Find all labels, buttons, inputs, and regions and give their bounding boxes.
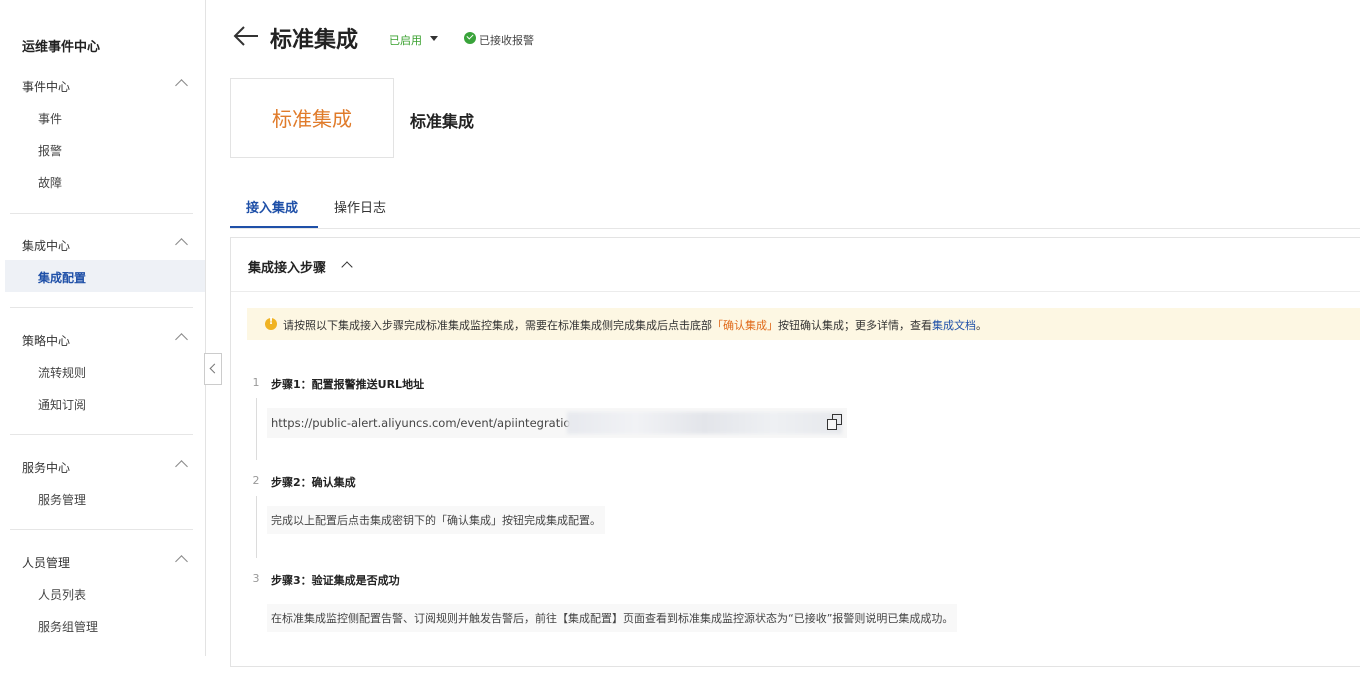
notice-text-part: 按钮确认集成；更多详情，查看 — [778, 319, 932, 332]
chevron-left-icon — [209, 363, 220, 374]
tab-operation-log[interactable]: 操作日志 — [334, 197, 386, 216]
tab-access-integration[interactable]: 接入集成 — [246, 197, 298, 216]
sidebar-group-label: 服务中心 — [22, 461, 71, 475]
sidebar-item-service-management[interactable]: 服务管理 — [38, 491, 86, 508]
chevron-up-icon — [175, 460, 188, 473]
tabs-divider — [230, 228, 1360, 229]
sidebar-group-label: 策略中心 — [22, 334, 71, 348]
integration-steps-panel: 集成接入步骤 请按照以下集成接入步骤完成标准集成监控集成，需要在标准集成侧完成集… — [230, 237, 1360, 667]
sidebar-collapse-button[interactable] — [204, 353, 222, 385]
integration-docs-link[interactable]: 集成文档 — [932, 319, 976, 332]
sidebar-group-event-center[interactable]: 事件中心 — [22, 78, 192, 98]
notice-banner: 请按照以下集成接入步骤完成标准集成监控集成，需要在标准集成侧完成集成后点击底部「… — [247, 308, 1360, 340]
sidebar-group-service-center[interactable]: 服务中心 — [22, 459, 192, 479]
received-status: 已接收报警 — [479, 34, 534, 47]
sidebar-item-service-groups[interactable]: 服务组管理 — [38, 618, 98, 635]
step-connector — [256, 398, 257, 460]
sidebar-item-active-bg — [5, 260, 205, 292]
chevron-up-icon — [175, 333, 188, 346]
step-number: 3 — [252, 572, 260, 585]
chevron-up-icon — [175, 555, 188, 568]
push-url-text: https://public-alert.aliyuncs.com/event/… — [271, 416, 582, 430]
push-url-field[interactable]: https://public-alert.aliyuncs.com/event/… — [267, 408, 847, 438]
sidebar-group-label: 事件中心 — [22, 80, 71, 94]
step-title: 步骤2：确认集成 — [271, 476, 356, 489]
sidebar-divider — [10, 213, 193, 214]
sidebar-group-label: 集成中心 — [22, 239, 71, 253]
step-number: 2 — [252, 474, 260, 487]
step-title: 步骤3：验证集成是否成功 — [271, 574, 400, 587]
notice-highlight: 「确认集成」 — [712, 319, 778, 332]
sidebar-item-people-list[interactable]: 人员列表 — [38, 586, 86, 603]
warning-icon — [265, 316, 277, 330]
sidebar-divider — [10, 307, 193, 308]
copy-icon[interactable] — [827, 414, 843, 430]
redacted-token — [567, 412, 842, 434]
sidebar-divider — [10, 434, 193, 435]
step-connector — [256, 496, 257, 558]
notice-text-part: 请按照以下集成接入步骤完成标准集成监控集成，需要在标准集成侧完成集成后点击底部 — [283, 319, 712, 332]
chevron-up-icon — [175, 79, 188, 92]
integration-name: 标准集成 — [410, 112, 475, 131]
chevron-up-icon[interactable] — [341, 261, 353, 273]
sidebar: 运维事件中心 事件中心 事件 报警 故障 集成中心 集成配置 策略中心 流转规则… — [0, 0, 206, 656]
sidebar-divider — [10, 529, 193, 530]
sidebar-item-incidents[interactable]: 故障 — [38, 174, 62, 191]
sidebar-title: 运维事件中心 — [22, 40, 101, 55]
sidebar-item-flow-rules[interactable]: 流转规则 — [38, 364, 86, 381]
sidebar-item-events[interactable]: 事件 — [38, 110, 62, 127]
integration-logo-card: 标准集成 — [230, 78, 394, 158]
sidebar-item-notify-subscriptions[interactable]: 通知订阅 — [38, 396, 86, 413]
sidebar-item-alerts[interactable]: 报警 — [38, 142, 62, 159]
sidebar-item-integration-config[interactable]: 集成配置 — [38, 269, 86, 286]
sidebar-group-people[interactable]: 人员管理 — [22, 554, 192, 574]
step-number: 1 — [252, 376, 260, 389]
sidebar-group-integration-center[interactable]: 集成中心 — [22, 237, 192, 257]
back-arrow-icon[interactable] — [232, 22, 260, 50]
panel-title: 集成接入步骤 — [248, 261, 327, 276]
step-title: 步骤1：配置报警推送URL地址 — [271, 378, 425, 391]
step-description: 完成以上配置后点击集成密钥下的「确认集成」按钮完成集成配置。 — [267, 506, 605, 534]
panel-header[interactable]: 集成接入步骤 — [231, 238, 1360, 292]
status-dropdown[interactable]: 已启用 — [389, 32, 422, 48]
step-description: 在标准集成监控侧配置告警、订阅规则并触发告警后，前往【集成配置】页面查看到标准集… — [267, 604, 958, 632]
chevron-up-icon — [175, 238, 188, 251]
caret-down-icon[interactable] — [430, 36, 438, 41]
integration-logo: 标准集成 — [272, 107, 352, 131]
check-circle-icon — [464, 32, 476, 44]
sidebar-group-policy-center[interactable]: 策略中心 — [22, 332, 192, 352]
page-title: 标准集成 — [270, 28, 359, 53]
notice-text: 请按照以下集成接入步骤完成标准集成监控集成，需要在标准集成侧完成集成后点击底部「… — [283, 317, 987, 333]
tab-active-indicator — [230, 226, 318, 228]
sidebar-group-label: 人员管理 — [22, 556, 71, 570]
notice-text-part: 。 — [976, 319, 987, 332]
